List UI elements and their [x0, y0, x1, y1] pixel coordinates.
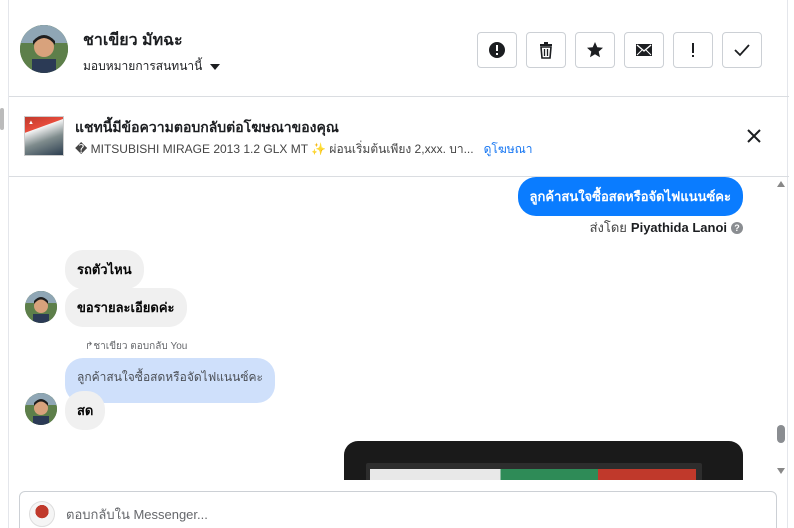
contact-avatar-image	[25, 393, 57, 425]
message-composer	[19, 491, 777, 528]
sent-by-name: Piyathida Lanoi	[630, 220, 727, 235]
thread-scrollbar[interactable]	[773, 177, 789, 480]
sent-by-label: ส่งโดย Piyathida Lanoi ?	[590, 217, 743, 238]
message-thread[interactable]: ลูกค้าสนใจซื้อสดหรือจัดไฟแนนซ์คะ ส่งโดย …	[9, 177, 789, 480]
image-attachment-preview	[370, 469, 696, 480]
image-attachment[interactable]	[344, 441, 743, 480]
report-button[interactable]	[477, 32, 517, 68]
contact-avatar-image	[20, 25, 68, 73]
ad-reply-banner: ▲ แชทนี้มีข้อความตอบกลับต่อโฆษณาของคุณ �…	[9, 97, 789, 177]
page-avatar	[29, 501, 55, 527]
reply-input[interactable]	[66, 504, 746, 524]
chevron-down-icon	[210, 63, 221, 70]
contact-avatar-small[interactable]	[25, 393, 57, 425]
incoming-message[interactable]: สด	[65, 391, 106, 430]
scroll-up-arrow-icon[interactable]	[777, 181, 785, 187]
star-icon	[587, 42, 603, 58]
ad-thumbnail[interactable]: ▲	[24, 116, 64, 156]
left-edge-handle	[0, 108, 4, 130]
close-icon[interactable]	[745, 127, 763, 145]
envelope-icon	[636, 44, 652, 56]
ad-banner-subtitle: � MITSUBISHI MIRAGE 2013 1.2 GLX MT ✨ ผ่…	[75, 140, 533, 159]
exclamation-icon	[692, 43, 694, 57]
star-button[interactable]	[575, 32, 615, 68]
assign-conversation-dropdown[interactable]: มอบหมายการสนทนานี้	[83, 57, 221, 76]
incoming-message[interactable]: ขอรายละเอียดค่ะ	[65, 288, 187, 327]
mark-done-button[interactable]	[722, 32, 762, 68]
contact-name[interactable]: ชาเขียว มัทฉะ	[83, 28, 183, 53]
reply-indicator: ↱ชาเขียว ตอบกลับ You	[85, 339, 187, 354]
alert-circle-icon	[489, 42, 505, 58]
check-icon	[734, 44, 750, 57]
conversation-header: ชาเขียว มัทฉะ มอบหมายการสนทนานี้	[9, 0, 789, 97]
ad-banner-title: แชทนี้มีข้อความตอบกลับต่อโฆษณาของคุณ	[75, 119, 339, 135]
reply-note-text: ชาเขียว ตอบกลับ You	[93, 341, 188, 352]
incoming-message[interactable]: รถตัวไหน	[65, 250, 144, 289]
conversation-panel: ชาเขียว มัทฉะ มอบหมายการสนทนานี้ ▲ แชทนี…	[8, 0, 789, 528]
contact-avatar-small[interactable]	[25, 291, 57, 323]
contact-avatar[interactable]	[20, 25, 68, 73]
trash-icon	[540, 42, 552, 59]
view-ad-link[interactable]: ดูโฆษณา	[484, 140, 533, 159]
outgoing-message[interactable]: ลูกค้าสนใจซื้อสดหรือจัดไฟแนนซ์คะ	[517, 177, 743, 216]
follow-up-button[interactable]	[673, 32, 713, 68]
ad-thumbnail-graphic: ▲	[28, 120, 34, 126]
header-toolbar	[477, 32, 762, 68]
help-icon[interactable]: ?	[731, 221, 743, 234]
delete-button[interactable]	[526, 32, 566, 68]
ad-description: � MITSUBISHI MIRAGE 2013 1.2 GLX MT ✨ ผ่…	[75, 142, 474, 156]
contact-avatar-image	[25, 291, 57, 323]
sent-by-prefix: ส่งโดย	[589, 220, 627, 235]
scroll-down-arrow-icon[interactable]	[777, 468, 785, 474]
assign-label: มอบหมายการสนทนานี้	[83, 59, 203, 73]
mark-unread-button[interactable]	[624, 32, 664, 68]
scrollbar-thumb[interactable]	[777, 425, 785, 443]
